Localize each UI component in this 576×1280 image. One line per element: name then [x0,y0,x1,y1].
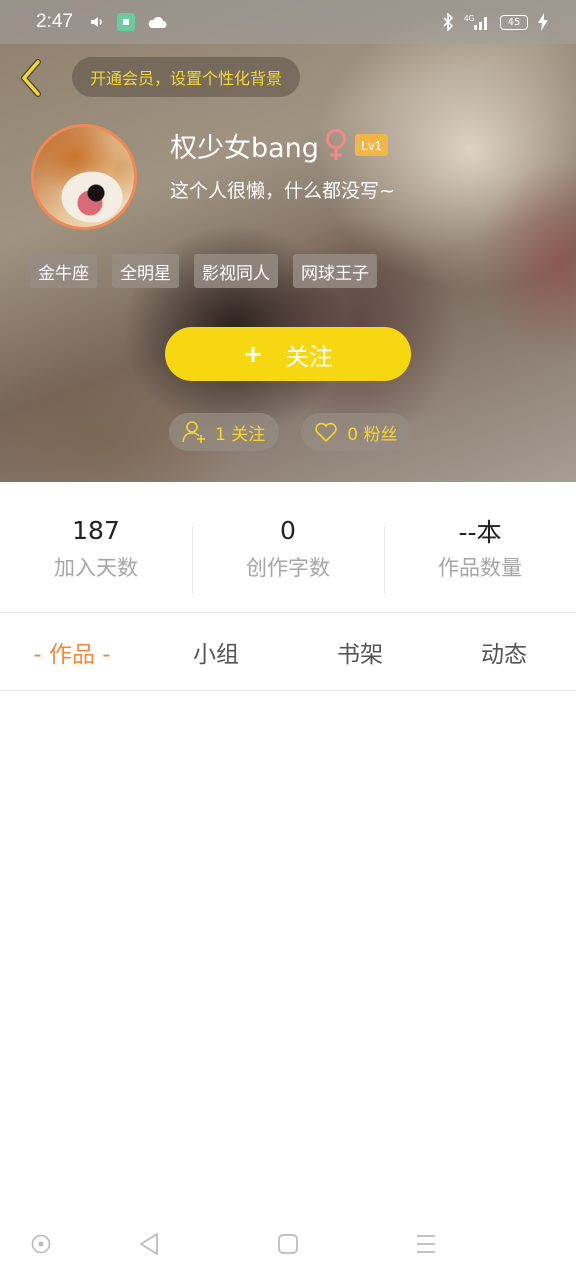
home-nav-button[interactable] [274,1230,302,1258]
divider [0,690,576,691]
fans-count-button[interactable]: 0 粉丝 [301,413,412,451]
stat-word-count: 0 创作字数 [192,514,384,594]
stat-label: 加入天数 [54,555,138,580]
add-user-icon [182,421,205,443]
tab-activity[interactable]: 动态 [432,635,576,669]
username: 权少女bang [170,132,319,164]
battery-level: 45 [507,16,521,28]
assistant-button[interactable] [27,1230,55,1258]
tag-list: 金牛座 全明星 影视同人 网球王子 [30,254,377,288]
stat-value: 187 [72,516,120,545]
plus-icon: + [242,340,264,368]
status-bar: 2:47 4G 45 [0,0,576,44]
back-button[interactable] [14,58,48,98]
tag-item[interactable]: 金牛座 [30,254,97,288]
profile-header: 2:47 4G 45 开通会员，设置个性化背景 权少女bang Lv1 这个人很… [0,0,576,482]
avatar[interactable] [31,124,137,230]
following-count: 1 关注 [215,424,266,445]
recents-nav-button[interactable] [412,1230,440,1258]
battery-icon: 45 [500,14,528,30]
bluetooth-icon [442,13,454,31]
tab-groups[interactable]: 小组 [144,635,288,669]
square-home-icon [278,1234,298,1254]
charging-icon [538,13,548,31]
tag-item[interactable]: 影视同人 [194,254,278,288]
back-arrow-icon [21,59,41,97]
follow-button-label: 关注 [285,342,334,371]
following-count-button[interactable]: 1 关注 [169,413,280,451]
fans-count: 0 粉丝 [347,424,398,445]
menu-lines-icon [417,1235,435,1253]
back-nav-button[interactable] [135,1230,163,1258]
tab-works[interactable]: - 作品 - [0,635,144,669]
network-label: 4G [464,14,475,23]
stat-works-count: --本 作品数量 [384,514,576,594]
circle-dot-icon [31,1234,51,1254]
stats-row: 187 加入天数 0 创作字数 --本 作品数量 [0,482,576,613]
tab-bookshelf[interactable]: 书架 [288,635,432,669]
stat-join-days: 187 加入天数 [0,514,192,582]
profile-tabs: - 作品 - 小组 书架 动态 [0,613,576,691]
status-time: 2:47 [36,11,73,32]
system-nav-bar [0,1216,576,1272]
stat-value: 0 [280,516,296,545]
follow-button[interactable]: + 关注 [165,327,411,381]
volume-icon [89,14,105,30]
heart-icon [315,422,337,443]
stat-label: 作品数量 [438,555,522,580]
stat-value: --本 [458,517,502,547]
username-row: 权少女bang Lv1 [170,126,388,164]
bio-text: 这个人很懒，什么都没写~ [170,180,395,202]
app-icon [116,13,135,31]
vip-background-banner[interactable]: 开通会员，设置个性化背景 [72,57,301,97]
stat-label: 创作字数 [246,555,330,580]
cloud-icon [147,15,167,29]
triangle-back-icon [140,1233,158,1255]
tag-item[interactable]: 网球王子 [293,254,377,288]
signal-icon: 4G [464,13,490,31]
tag-item[interactable]: 全明星 [112,254,179,288]
female-gender-icon [323,128,349,162]
level-badge: Lv1 [354,134,388,156]
